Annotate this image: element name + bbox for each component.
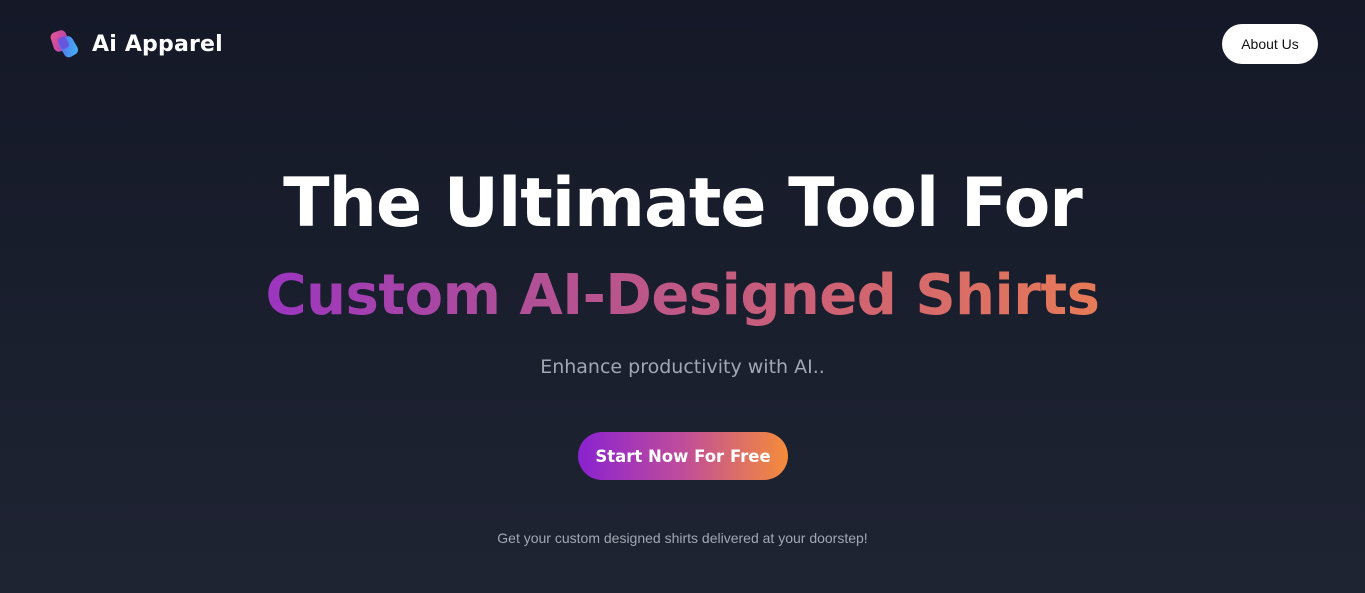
hero-headline-line2: Custom AI-Designed Shirts — [0, 256, 1365, 336]
brand-name: Ai Apparel — [92, 31, 223, 57]
start-now-button[interactable]: Start Now For Free — [578, 432, 788, 480]
ai-apparel-logo-icon — [50, 30, 79, 58]
brand-home-link[interactable]: Ai Apparel — [50, 28, 223, 60]
about-us-button[interactable]: About Us — [1222, 24, 1318, 64]
hero-headline-line1: The Ultimate Tool For — [283, 164, 1083, 243]
top-navbar: Ai Apparel About Us — [0, 0, 1365, 88]
delivery-note: Get your custom designed shirts delivere… — [497, 530, 868, 546]
hero-subtitle: Enhance productivity with AI.. — [540, 356, 825, 378]
hero-headline-gradient-text: Custom AI-Designed Shirts — [265, 263, 1100, 328]
